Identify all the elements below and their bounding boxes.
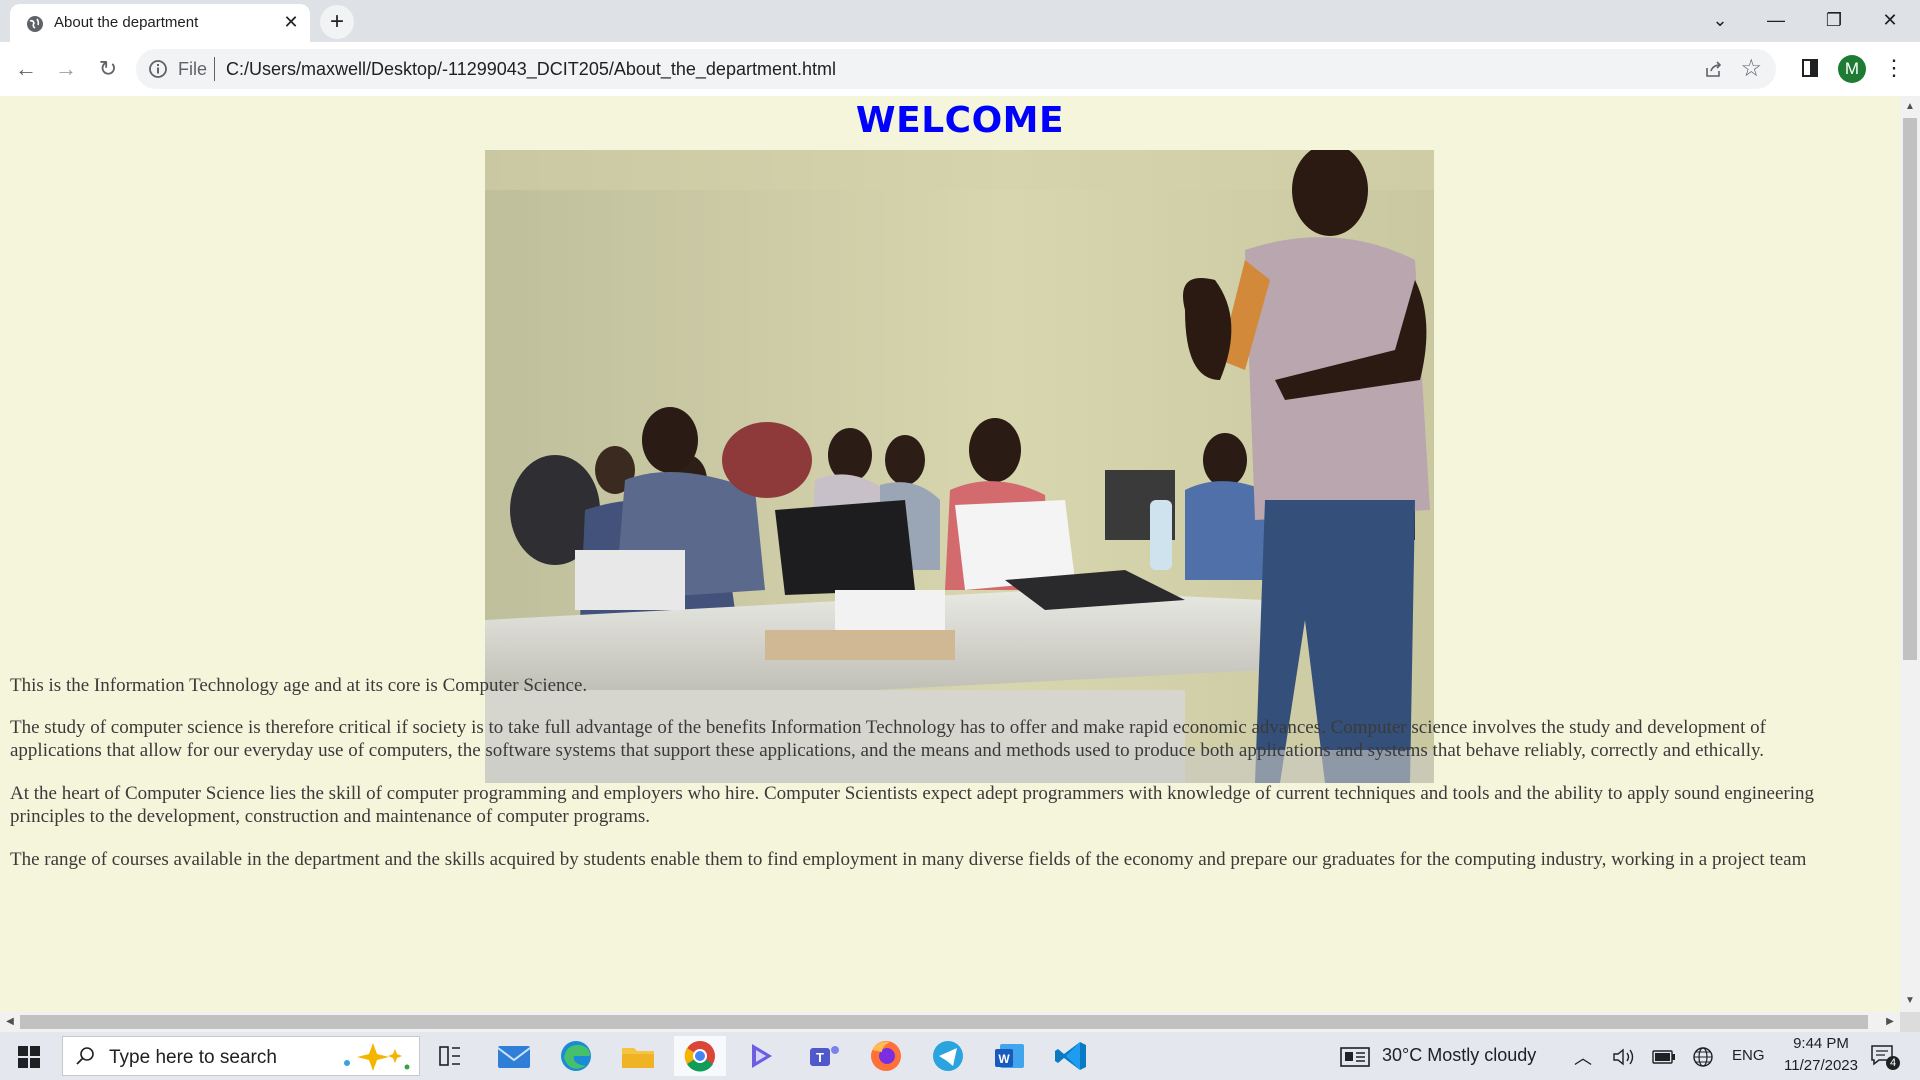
weather-text[interactable]: 30°C Mostly cloudy	[1382, 1045, 1536, 1066]
chrome-icon[interactable]	[674, 1036, 726, 1076]
search-placeholder: Type here to search	[109, 1047, 277, 1068]
paragraph-study-line-2: applications that allow for our everyday…	[10, 740, 1765, 761]
tab-close-icon[interactable]: ✕	[280, 11, 302, 33]
paragraph-heart-line-1: At the heart of Computer Science lies th…	[10, 783, 1815, 804]
hidden-icons-chevron-icon[interactable]: ︿	[1574, 1044, 1592, 1070]
address-divider	[214, 57, 215, 81]
url-text[interactable]: C:/Users/maxwell/Desktop/-11299043_DCIT2…	[226, 59, 836, 80]
address-bar[interactable]: File C:/Users/maxwell/Desktop/-11299043_…	[136, 49, 1776, 89]
horizontal-scroll-thumb[interactable]	[20, 1015, 1868, 1029]
svg-text:W: W	[998, 1052, 1010, 1066]
paragraph-study-line-1: The study of computer science is therefo…	[10, 717, 1766, 738]
forward-icon[interactable]: →	[48, 51, 84, 87]
scroll-right-arrow-icon[interactable]: ▶	[1880, 1012, 1900, 1032]
page-heading: WELCOME	[855, 100, 1065, 141]
browser-toolbar: ← → ↻ File C:/Users/maxwell/Desktop/-112…	[0, 42, 1920, 97]
search-highlight-sparkle-icon	[344, 1043, 410, 1071]
edge-icon[interactable]	[550, 1036, 602, 1076]
task-view-icon[interactable]	[424, 1036, 476, 1076]
taskbar-search-box[interactable]: Type here to search	[62, 1036, 420, 1076]
vscode-icon[interactable]	[1046, 1036, 1098, 1076]
info-icon[interactable]	[148, 59, 168, 79]
scroll-down-arrow-icon[interactable]: ▼	[1900, 992, 1920, 1010]
tab-title: About the department	[54, 14, 199, 31]
svg-text:T: T	[816, 1050, 824, 1065]
speaker-volume-icon[interactable]	[1612, 1047, 1636, 1067]
tab-search-icon[interactable]: ⌄	[1692, 0, 1748, 42]
file-explorer-icon[interactable]	[612, 1036, 664, 1076]
windows-start-icon[interactable]	[18, 1046, 40, 1068]
browser-tab[interactable]: About the department ✕	[10, 4, 310, 42]
scroll-up-arrow-icon[interactable]: ▲	[1900, 98, 1920, 116]
paragraph-range-line-1: The range of courses available in the de…	[10, 849, 1807, 870]
firefox-icon[interactable]	[860, 1036, 912, 1076]
reload-icon[interactable]: ↻	[90, 51, 126, 87]
mail-icon[interactable]	[488, 1036, 540, 1076]
teams-icon[interactable]: T	[798, 1036, 850, 1076]
taskbar: Type here to search T W 30°C Mostly clou…	[0, 1032, 1920, 1080]
vertical-scroll-thumb[interactable]	[1903, 118, 1917, 660]
menu-icon[interactable]: ⋮	[1882, 53, 1906, 83]
scroll-left-arrow-icon[interactable]: ◀	[0, 1012, 20, 1032]
clock-time[interactable]: 9:44 PM	[1788, 1035, 1854, 1052]
battery-icon[interactable]	[1652, 1049, 1676, 1065]
back-icon[interactable]: ←	[8, 51, 44, 87]
tab-strip: About the department ✕ + ⌄ — ❐ ✕	[0, 0, 1920, 42]
clock-date[interactable]: 11/27/2023	[1774, 1057, 1868, 1074]
side-panel-icon[interactable]	[1802, 59, 1818, 77]
share-icon[interactable]	[1704, 59, 1724, 79]
paragraph-intro: This is the Information Technology age a…	[10, 675, 588, 696]
globe-icon	[27, 16, 43, 32]
telegram-icon[interactable]	[922, 1036, 974, 1076]
language-indicator[interactable]: ENG	[1732, 1047, 1765, 1064]
search-icon	[76, 1047, 94, 1065]
scheme-label: File	[178, 59, 208, 79]
restore-icon[interactable]: ❐	[1806, 0, 1862, 42]
minimize-icon[interactable]: —	[1748, 0, 1804, 42]
bookmark-star-icon[interactable]: ☆	[1740, 55, 1762, 83]
page-viewport: WELCOME This is the Information Technolo…	[0, 96, 1900, 1012]
network-globe-icon[interactable]	[1692, 1046, 1714, 1068]
profile-avatar[interactable]: M	[1838, 55, 1866, 83]
scrollbar-corner	[1900, 1012, 1920, 1032]
new-tab-button[interactable]: +	[320, 5, 354, 39]
weather-news-icon[interactable]	[1340, 1046, 1370, 1068]
close-window-icon[interactable]: ✕	[1862, 0, 1918, 42]
notification-count-badge: 4	[1886, 1056, 1900, 1070]
word-icon[interactable]: W	[984, 1036, 1036, 1076]
paragraph-heart-line-2: principles to the development, construct…	[10, 806, 650, 827]
copilot-icon[interactable]	[736, 1036, 788, 1076]
